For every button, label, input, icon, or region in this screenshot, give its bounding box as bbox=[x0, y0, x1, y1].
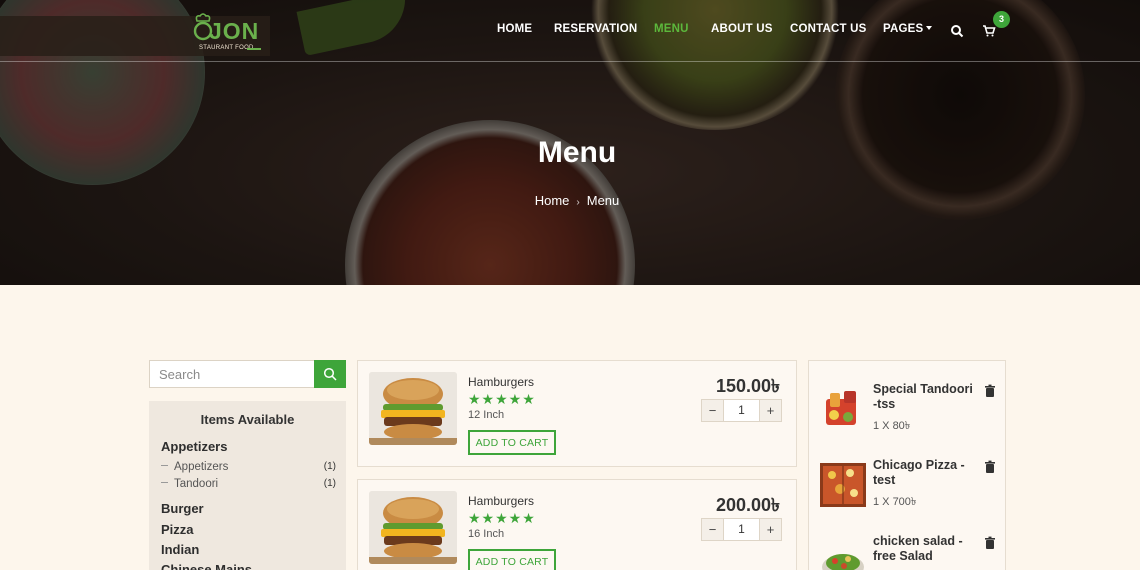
cart-item-name[interactable]: Chicago Pizza - test bbox=[873, 458, 978, 488]
subcategory-appetizers[interactable]: Appetizers (1) bbox=[161, 461, 336, 473]
quantity-value[interactable]: 1 bbox=[723, 519, 760, 540]
product-card: Hamburgers ★★★★★ 16 Inch ADD TO CART 200… bbox=[357, 479, 797, 570]
cart-item: chicken salad - free Salad bbox=[820, 534, 1000, 570]
product-image[interactable] bbox=[369, 372, 457, 445]
nav-contact-us[interactable]: CONTACT US bbox=[790, 23, 867, 35]
product-name[interactable]: Hamburgers bbox=[468, 375, 534, 389]
cart-item-quantity: 1 X 80৳ bbox=[873, 420, 911, 432]
category-appetizers[interactable]: Appetizers bbox=[161, 439, 227, 454]
category-burger[interactable]: Burger bbox=[161, 501, 204, 516]
subcategory-count: (1) bbox=[323, 478, 336, 489]
search-button[interactable] bbox=[314, 360, 346, 388]
subcategory-label: Appetizers bbox=[174, 461, 229, 473]
subcategory-count: (1) bbox=[323, 461, 336, 472]
pizza-image bbox=[820, 463, 866, 507]
breadcrumb: Home › Menu bbox=[0, 193, 1140, 208]
nav-about-us[interactable]: ABOUT US bbox=[711, 23, 773, 35]
main-nav: HOME RESERVATION MENU ABOUT US CONTACT U… bbox=[0, 23, 1140, 39]
cart-item-quantity: 1 X 700৳ bbox=[873, 496, 917, 508]
category-panel-title: Items Available bbox=[200, 412, 295, 427]
page-title: Menu bbox=[537, 136, 617, 169]
quantity-stepper: − 1 + bbox=[701, 399, 782, 422]
subcategory-tandoori[interactable]: Tandoori (1) bbox=[161, 478, 336, 490]
trash-icon[interactable] bbox=[983, 384, 997, 398]
add-to-cart-button[interactable]: ADD TO CART bbox=[468, 430, 556, 455]
nav-reservation[interactable]: RESERVATION bbox=[554, 23, 637, 35]
add-to-cart-button[interactable]: ADD TO CART bbox=[468, 549, 556, 570]
star-rating: ★★★★★ bbox=[468, 391, 536, 407]
caret-down-icon bbox=[926, 26, 933, 30]
cart-item-name[interactable]: Special Tandoori -tss bbox=[873, 382, 978, 412]
product-image[interactable] bbox=[369, 491, 457, 564]
cart-item: Special Tandoori -tss 1 X 80৳ bbox=[820, 382, 1000, 442]
nav-home[interactable]: HOME bbox=[497, 23, 532, 35]
breadcrumb-home[interactable]: Home bbox=[535, 193, 570, 208]
nav-pages[interactable]: PAGES bbox=[883, 23, 933, 35]
category-indian[interactable]: Indian bbox=[161, 542, 199, 557]
quantity-stepper: − 1 + bbox=[701, 518, 782, 541]
category-pizza[interactable]: Pizza bbox=[161, 522, 194, 537]
trash-icon[interactable] bbox=[983, 536, 997, 550]
hamburger-image bbox=[369, 372, 457, 445]
product-size: 12 Inch bbox=[468, 409, 505, 421]
subcategory-label: Tandoori bbox=[174, 478, 219, 490]
hamburger-image bbox=[369, 491, 457, 564]
decrease-quantity-button[interactable]: − bbox=[702, 519, 723, 540]
cart-item-name[interactable]: chicken salad - free Salad bbox=[873, 534, 978, 564]
cart-count-badge: 3 bbox=[993, 11, 1010, 28]
cart-icon[interactable] bbox=[982, 24, 996, 38]
search-field bbox=[149, 360, 315, 388]
product-size: 16 Inch bbox=[468, 528, 505, 540]
search-icon[interactable] bbox=[950, 24, 964, 38]
search-icon bbox=[323, 367, 337, 381]
star-rating: ★★★★★ bbox=[468, 510, 536, 526]
decrease-quantity-button[interactable]: − bbox=[702, 400, 723, 421]
product-card: Hamburgers ★★★★★ 12 Inch ADD TO CART 150… bbox=[357, 360, 797, 467]
increase-quantity-button[interactable]: + bbox=[760, 400, 781, 421]
product-name[interactable]: Hamburgers bbox=[468, 494, 534, 508]
logo-tagline: STAURANT FOOD bbox=[199, 45, 254, 51]
breadcrumb-current: Menu bbox=[586, 193, 620, 208]
quantity-value[interactable]: 1 bbox=[723, 400, 760, 421]
header-divider bbox=[0, 61, 1140, 62]
search-input[interactable] bbox=[150, 361, 314, 387]
trash-icon[interactable] bbox=[983, 460, 997, 474]
nav-menu[interactable]: MENU bbox=[654, 23, 689, 35]
cart-item: Chicago Pizza - test 1 X 700৳ bbox=[820, 458, 1000, 518]
nav-pages-label: PAGES bbox=[883, 23, 924, 35]
increase-quantity-button[interactable]: + bbox=[760, 519, 781, 540]
salad-image bbox=[822, 554, 864, 570]
category-chinese-mains[interactable]: Chinese Mains bbox=[161, 562, 252, 570]
breadcrumb-separator: › bbox=[576, 197, 580, 208]
category-panel: Items Available Appetizers Appetizers (1… bbox=[149, 401, 346, 570]
tandoori-image bbox=[820, 385, 866, 431]
mini-cart: Special Tandoori -tss 1 X 80৳ Chicago Pi… bbox=[808, 360, 1006, 570]
